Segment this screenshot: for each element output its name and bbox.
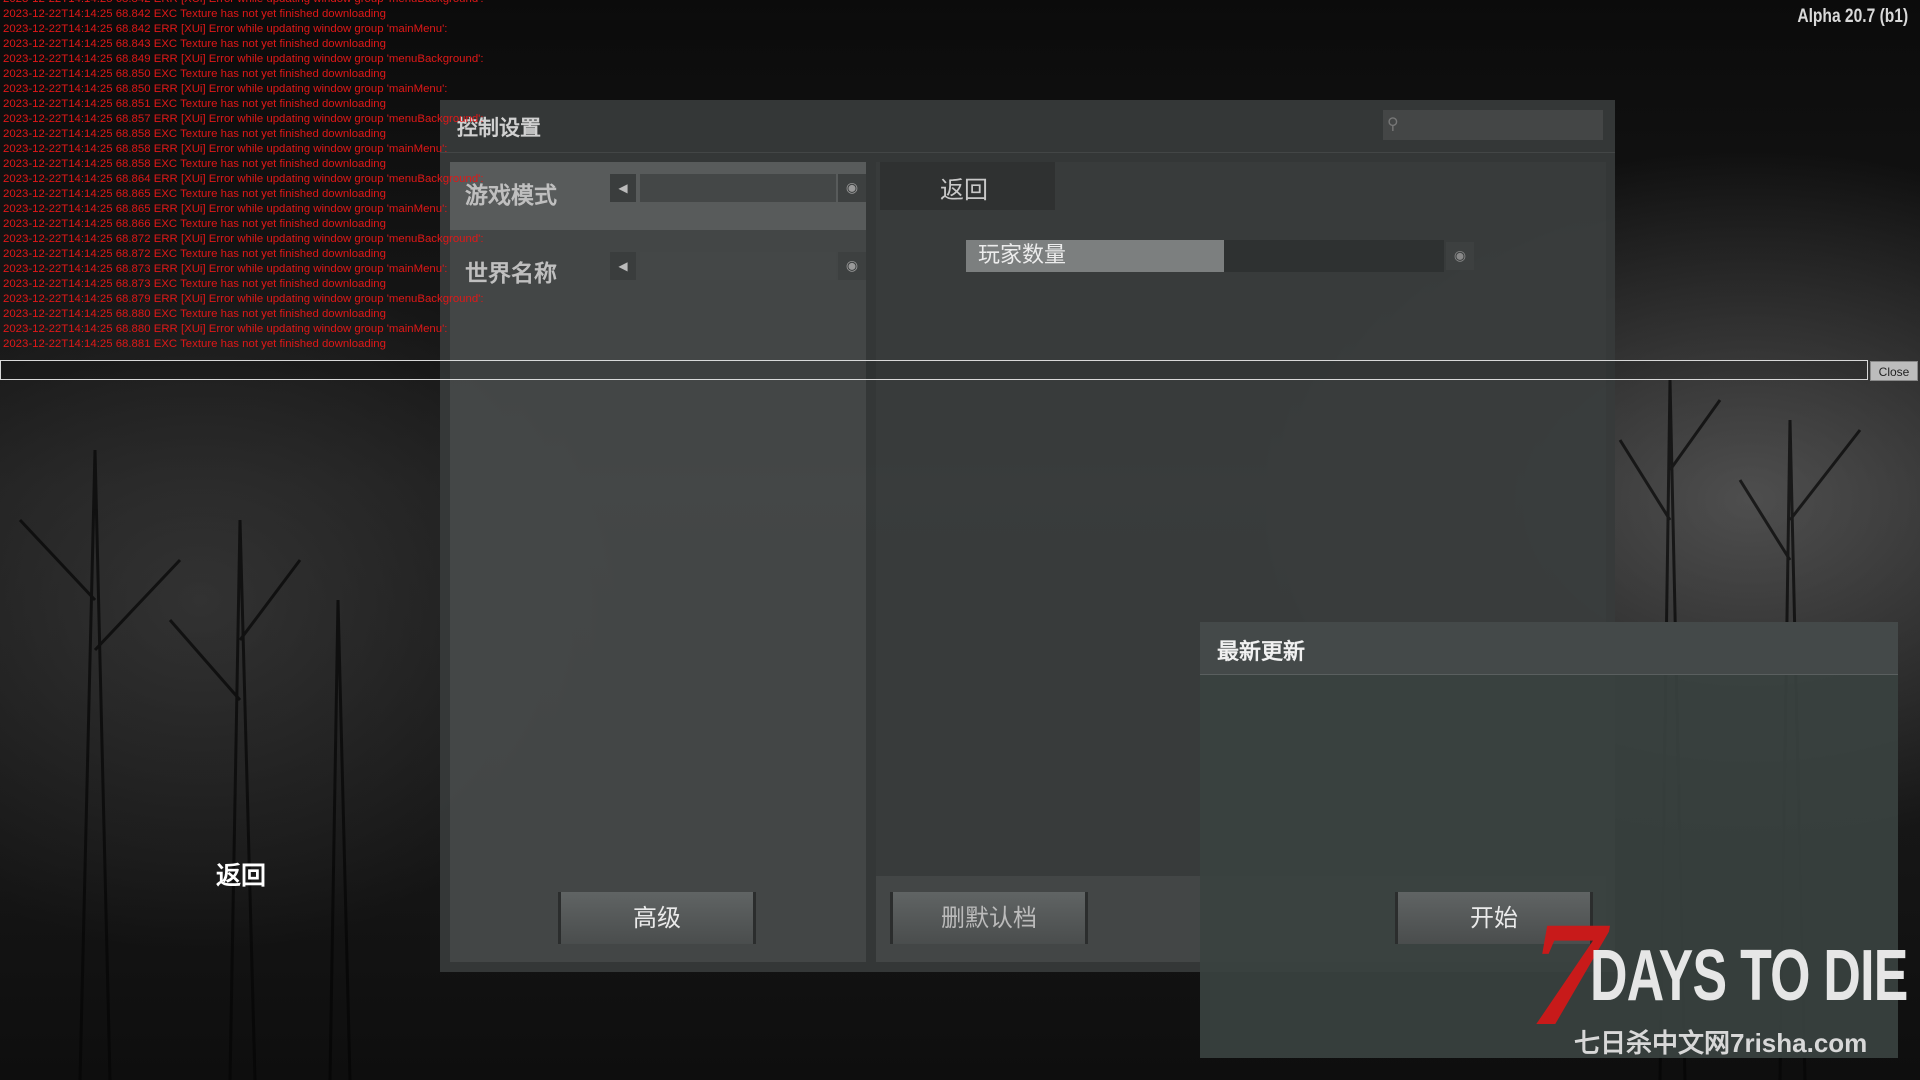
log-line: 2023-12-22T14:14:25 68.842 EXC Texture h… [3,8,386,20]
console-close-button[interactable]: Close [1870,361,1918,381]
console-input[interactable] [0,360,1868,380]
news-title: 最新更新 [1217,640,1306,665]
tab-back[interactable]: 返回 [880,162,1055,210]
player-count-label: 玩家数量 [966,240,1224,272]
search-icon: ⚲ [1387,114,1399,133]
log-line: 2023-12-22T14:14:25 68.858 EXC Texture h… [3,128,386,140]
log-line: 2023-12-22T14:14:25 68.857 ERR [XUi] Err… [3,113,484,125]
delete-default-save-button[interactable]: 删默认档 [890,892,1088,944]
eye-icon[interactable]: ◉ [1446,242,1474,270]
log-line: 2023-12-22T14:14:25 68.880 EXC Texture h… [3,308,386,320]
log-line: 2023-12-22T14:14:25 68.858 ERR [XUi] Err… [3,143,448,155]
log-line: 2023-12-22T14:14:25 68.850 ERR [XUi] Err… [3,83,448,95]
log-line: 2023-12-22T14:14:25 68.851 EXC Texture h… [3,98,386,110]
logo-title: DAYS TO DIE [1590,936,1908,1016]
eye-icon[interactable]: ◉ [838,252,866,280]
log-line: 2023-12-22T14:14:25 68.865 ERR [XUi] Err… [3,203,448,215]
log-line: 2023-12-22T14:14:25 68.873 ERR [XUi] Err… [3,263,448,275]
log-line: 2023-12-22T14:14:25 68.865 EXC Texture h… [3,188,386,200]
arrow-left-icon[interactable]: ◀ [610,252,636,280]
log-line: 2023-12-22T14:14:25 68.872 EXC Texture h… [3,248,386,260]
log-line: 2023-12-22T14:14:25 68.873 EXC Texture h… [3,278,386,290]
log-line: 2023-12-22T14:14:25 68.858 EXC Texture h… [3,158,386,170]
log-line: 2023-12-22T14:14:25 68.866 EXC Texture h… [3,218,386,230]
news-header: 最新更新 [1200,622,1898,675]
console-log: 2023-12-22T14:14:25 68.842 ERR [XUi] Err… [3,0,603,352]
log-line: 2023-12-22T14:14:25 68.880 ERR [XUi] Err… [3,323,448,335]
log-line: 2023-12-22T14:14:25 68.843 EXC Texture h… [3,38,386,50]
log-line: 2023-12-22T14:14:25 68.881 EXC Texture h… [3,338,386,350]
advanced-button[interactable]: 高级 [558,892,756,944]
eye-icon[interactable]: ◉ [838,174,866,202]
search-field[interactable]: ⚲ [1383,110,1603,140]
logo-subtitle: 七日杀中文网7risha.com [1574,1028,1868,1058]
option-value[interactable] [640,174,836,202]
game-logo: 7 DAYS TO DIE 七日杀中文网7risha.com [1530,899,1920,1065]
log-line: 2023-12-22T14:14:25 68.849 ERR [XUi] Err… [3,53,484,65]
player-count-value[interactable] [1224,240,1444,272]
log-line: 2023-12-22T14:14:25 68.879 ERR [XUi] Err… [3,293,484,305]
tab-back-label: 返回 [940,176,988,204]
player-count-row[interactable]: 玩家数量 ◉ [966,240,1476,272]
log-line: 2023-12-22T14:14:25 68.850 EXC Texture h… [3,68,386,80]
option-value[interactable] [640,252,836,280]
panel-header: 控制设置 ⚲ [440,100,1615,153]
back-button[interactable]: 返回 [216,856,266,892]
arrow-left-icon[interactable]: ◀ [610,174,636,202]
log-line: 2023-12-22T14:14:25 68.864 ERR [XUi] Err… [3,173,484,185]
log-line: 2023-12-22T14:14:25 68.842 ERR [XUi] Err… [3,23,448,35]
log-line: 2023-12-22T14:14:25 68.842 ERR [XUi] Err… [3,0,603,7]
version-label: Alpha 20.7 (b1) [1797,6,1908,27]
log-line: 2023-12-22T14:14:25 68.872 ERR [XUi] Err… [3,233,484,245]
